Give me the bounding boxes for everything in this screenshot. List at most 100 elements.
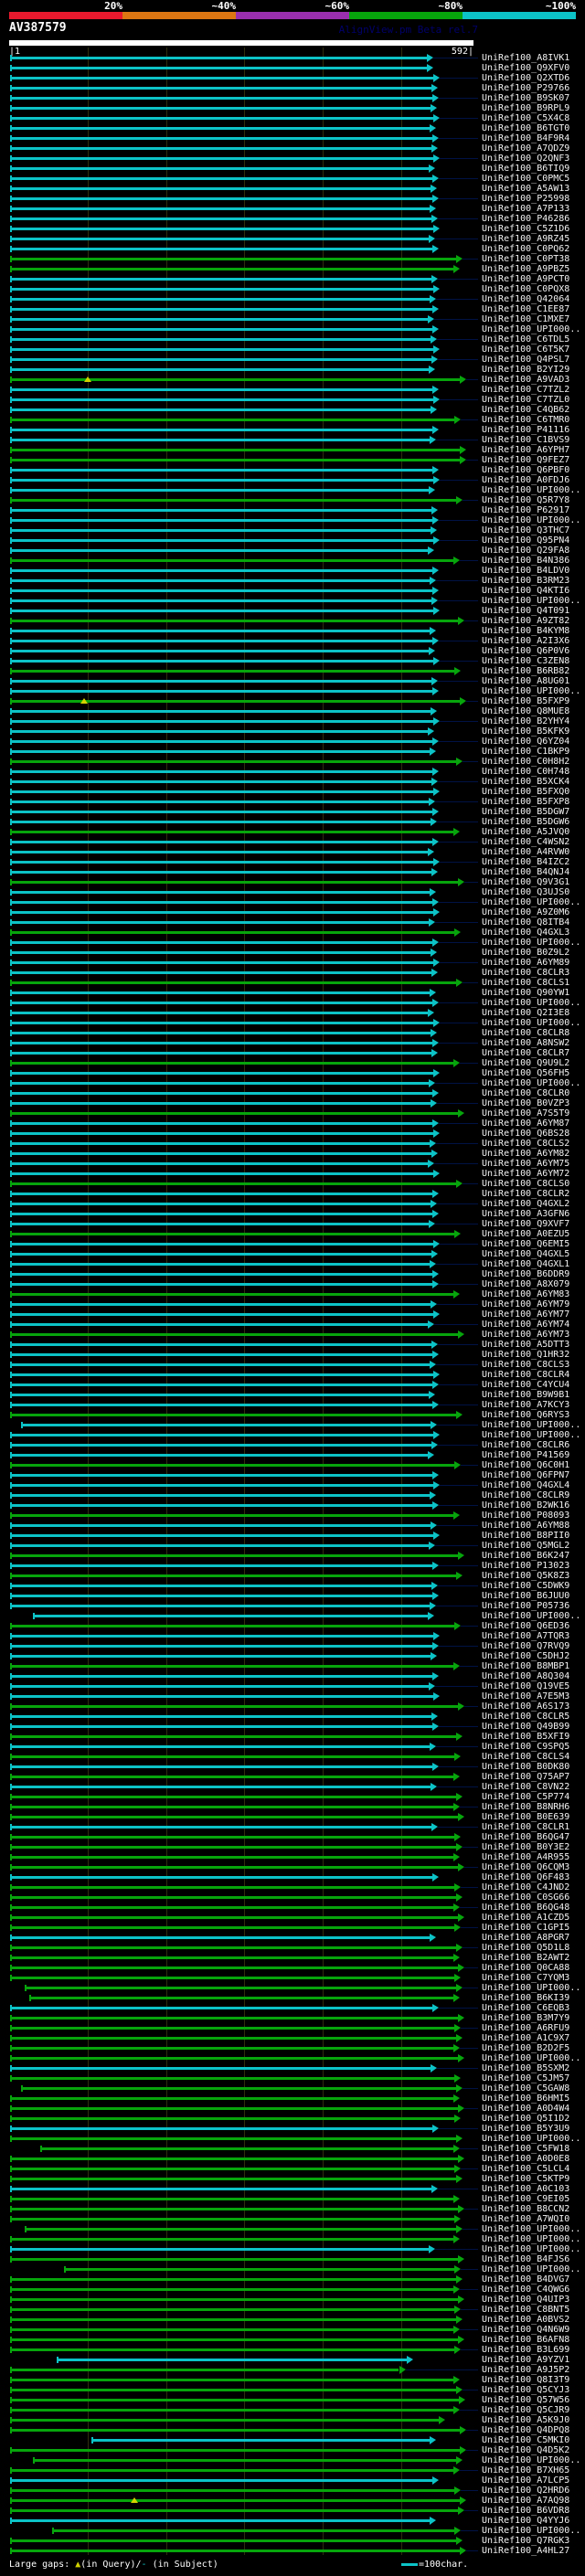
hit-bar[interactable]: [9, 238, 430, 240]
hit-bar[interactable]: [9, 378, 461, 381]
hit-bar[interactable]: [9, 1544, 430, 1547]
hit-bar[interactable]: [9, 861, 434, 864]
hit-label[interactable]: UniRef100_C4WSN2: [482, 837, 569, 847]
hit-label[interactable]: UniRef100_B2AWT2: [482, 1953, 569, 1963]
hit-label[interactable]: UniRef100_B9SK07: [482, 93, 569, 103]
hit-bar[interactable]: [9, 750, 430, 753]
hit-label[interactable]: UniRef100_UPI000..: [482, 2264, 580, 2274]
hit-bar[interactable]: [9, 2178, 457, 2180]
hit-label[interactable]: UniRef100_C0PQ62: [482, 244, 569, 254]
hit-label[interactable]: UniRef100_B6RB82: [482, 666, 569, 676]
hit-label[interactable]: UniRef100_Q90YW1: [482, 988, 569, 998]
hit-label[interactable]: UniRef100_C1BVS9: [482, 435, 569, 445]
hit-label[interactable]: UniRef100_B0Y3E2: [482, 1842, 569, 1852]
hit-bar[interactable]: [9, 67, 427, 69]
hit-bar[interactable]: [9, 2369, 399, 2371]
hit-bar[interactable]: [9, 2519, 430, 2522]
hit-bar[interactable]: [9, 1383, 432, 1386]
hit-label[interactable]: UniRef100_B4KYM8: [482, 626, 569, 636]
hit-bar[interactable]: [9, 1595, 433, 1597]
hit-label[interactable]: UniRef100_B5SXM2: [482, 2063, 569, 2073]
hit-bar[interactable]: [9, 2328, 453, 2331]
hit-bar[interactable]: [9, 288, 434, 291]
hit-label[interactable]: UniRef100_A5AW13: [482, 184, 569, 194]
hit-bar[interactable]: [9, 2208, 458, 2210]
hit-label[interactable]: UniRef100_A6YM79: [482, 1299, 569, 1309]
hit-bar[interactable]: [9, 599, 431, 602]
hit-label[interactable]: UniRef100_A6YM73: [482, 1330, 569, 1340]
hit-label[interactable]: UniRef100_UPI000..: [482, 1018, 580, 1028]
hit-label[interactable]: UniRef100_C8CLR7: [482, 1048, 569, 1058]
hit-bar[interactable]: [9, 278, 431, 281]
hit-bar[interactable]: [28, 1997, 453, 1999]
hit-label[interactable]: UniRef100_Q6ED36: [482, 1621, 569, 1631]
hit-bar[interactable]: [9, 2027, 455, 2030]
hit-bar[interactable]: [9, 981, 457, 984]
hit-label[interactable]: UniRef100_C0PT38: [482, 254, 569, 264]
hit-label[interactable]: UniRef100_B4IZC2: [482, 857, 569, 867]
hit-label[interactable]: UniRef100_A4RVW0: [482, 847, 569, 857]
hit-label[interactable]: UniRef100_P29766: [482, 83, 569, 93]
hit-label[interactable]: UniRef100_C5JM57: [482, 2073, 569, 2083]
hit-label[interactable]: UniRef100_B4DVG7: [482, 2274, 569, 2284]
hit-label[interactable]: UniRef100_UPI000..: [482, 324, 580, 334]
hit-bar[interactable]: [9, 1946, 457, 1949]
hit-label[interactable]: UniRef100_B9W9B1: [482, 1390, 569, 1400]
hit-bar[interactable]: [9, 720, 434, 723]
hit-label[interactable]: UniRef100_B7XH65: [482, 2465, 569, 2475]
hit-label[interactable]: UniRef100_Q6FPN7: [482, 1470, 569, 1480]
hit-label[interactable]: UniRef100_C5P774: [482, 1792, 569, 1802]
hit-bar[interactable]: [25, 1987, 457, 1989]
hit-bar[interactable]: [9, 77, 434, 80]
hit-label[interactable]: UniRef100_B4F9R4: [482, 133, 569, 143]
hit-bar[interactable]: [9, 529, 431, 532]
hit-label[interactable]: UniRef100_A9J5P2: [482, 2365, 569, 2375]
hit-label[interactable]: UniRef100_A7WQI0: [482, 2214, 569, 2224]
hit-label[interactable]: UniRef100_Q9XVF7: [482, 1219, 569, 1229]
hit-label[interactable]: UniRef100_C7YQM3: [482, 1973, 569, 1983]
hit-label[interactable]: UniRef100_Q57W56: [482, 2395, 569, 2405]
hit-label[interactable]: UniRef100_UPI000..: [482, 1611, 580, 1621]
hit-bar[interactable]: [9, 1695, 434, 1698]
hit-bar[interactable]: [9, 2097, 453, 2100]
hit-bar[interactable]: [9, 2308, 455, 2311]
hit-bar[interactable]: [9, 911, 434, 914]
hit-label[interactable]: UniRef100_Q8MUE8: [482, 706, 569, 716]
hit-bar[interactable]: [9, 459, 461, 461]
hit-label[interactable]: UniRef100_A2I3X6: [482, 636, 569, 646]
hit-bar[interactable]: [9, 388, 432, 391]
hit-bar[interactable]: [9, 1886, 455, 1889]
hit-label[interactable]: UniRef100_C0H748: [482, 767, 569, 777]
hit-bar[interactable]: [9, 1554, 458, 1557]
hit-label[interactable]: UniRef100_B0DK80: [482, 1762, 569, 1772]
hit-bar[interactable]: [9, 1574, 457, 1577]
hit-label[interactable]: UniRef100_A6YPH7: [482, 445, 569, 455]
hit-bar[interactable]: [9, 2509, 458, 2512]
hit-bar[interactable]: [9, 207, 430, 210]
hit-bar[interactable]: [9, 2278, 457, 2281]
hit-label[interactable]: UniRef100_B5FXP8: [482, 797, 569, 807]
hit-label[interactable]: UniRef100_B4QNJ4: [482, 867, 569, 877]
hit-label[interactable]: UniRef100_B5KFK9: [482, 726, 569, 737]
hit-bar[interactable]: [9, 610, 434, 612]
hit-bar[interactable]: [9, 1132, 434, 1135]
hit-label[interactable]: UniRef100_Q7RGK3: [482, 2536, 569, 2546]
hit-label[interactable]: UniRef100_B8PII0: [482, 1531, 569, 1541]
hit-label[interactable]: UniRef100_UPI000..: [482, 1430, 580, 1440]
hit-bar[interactable]: [9, 851, 429, 853]
hit-bar[interactable]: [9, 1856, 453, 1859]
hit-bar[interactable]: [9, 1685, 430, 1688]
hit-bar[interactable]: [9, 2479, 432, 2482]
hit-label[interactable]: UniRef100_Q6C0H1: [482, 1460, 569, 1470]
hit-bar[interactable]: [9, 2127, 433, 2130]
hit-bar[interactable]: [9, 1404, 433, 1406]
hit-bar[interactable]: [9, 1072, 434, 1075]
hit-label[interactable]: UniRef100_C0PQX8: [482, 284, 569, 294]
hit-bar[interactable]: [9, 107, 431, 110]
hit-bar[interactable]: [9, 2007, 432, 2009]
hit-bar[interactable]: [20, 2087, 457, 2090]
hit-bar[interactable]: [9, 2429, 461, 2432]
hit-label[interactable]: UniRef100_A7E5M3: [482, 1691, 569, 1701]
hit-label[interactable]: UniRef100_B4N386: [482, 556, 569, 566]
hit-bar[interactable]: [9, 539, 434, 542]
